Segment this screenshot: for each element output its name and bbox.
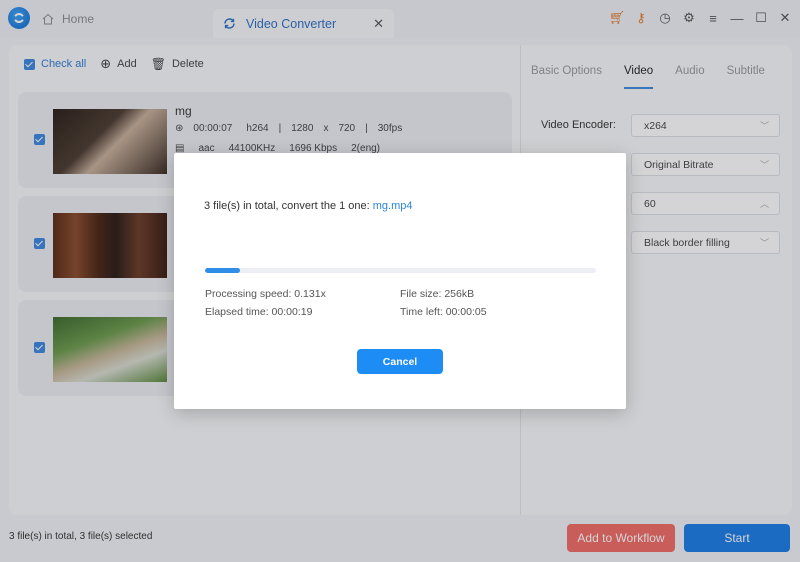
conversion-progress-dialog: 3 file(s) in total, convert the 1 one: m… <box>174 153 626 409</box>
time-left: Time left: 00:00:05 <box>400 306 487 318</box>
dialog-title-text: 3 file(s) in total, convert the 1 one: <box>204 200 373 212</box>
cancel-button[interactable]: Cancel <box>357 349 443 374</box>
conversion-progress-bar <box>205 268 596 273</box>
processing-speed: Processing speed: 0.131x <box>205 288 326 300</box>
dialog-title: 3 file(s) in total, convert the 1 one: m… <box>204 200 413 212</box>
elapsed-time: Elapsed time: 00:00:19 <box>205 306 313 318</box>
current-file-name: mg.mp4 <box>372 200 413 212</box>
file-size: File size: 256kB <box>400 288 475 300</box>
progress-fill <box>205 268 241 273</box>
